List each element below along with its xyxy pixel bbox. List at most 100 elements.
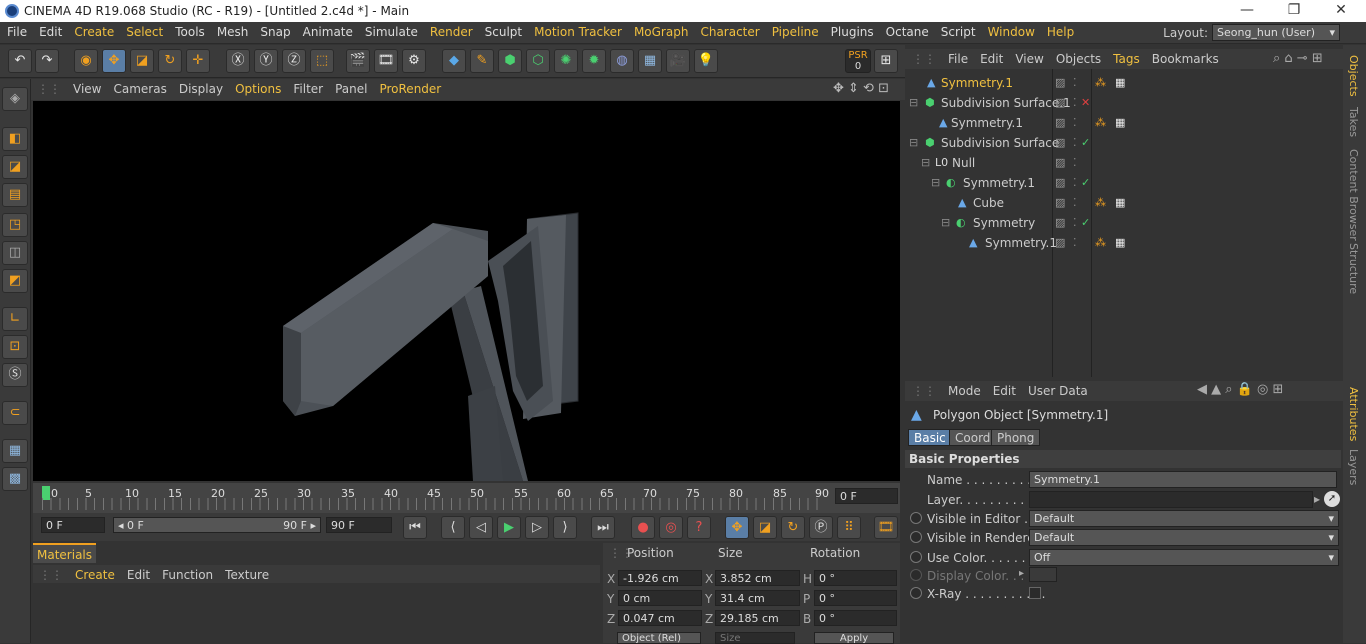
light-icon[interactable]: 💡	[694, 49, 718, 73]
phong-tag-icon[interactable]: ⁂	[1095, 196, 1106, 209]
viewport-menu-panel[interactable]: Panel	[329, 79, 373, 96]
texture-mode-icon[interactable]: ◪	[2, 155, 28, 179]
texture-tag-icon[interactable]: ▦	[1115, 76, 1125, 89]
objects-menu-tags[interactable]: Tags	[1106, 49, 1145, 66]
position-y-field[interactable]: 0 cm	[618, 590, 702, 606]
object-row[interactable]: ▲ Symmetry.1 ▨ ⁚ ⁂ ▦	[905, 73, 1343, 93]
record-scale-icon[interactable]: ◪	[753, 516, 777, 539]
visibility-dots-icon[interactable]: ⁚	[1073, 76, 1077, 89]
materials-tab[interactable]: Materials	[33, 543, 97, 563]
max-frame-field[interactable]: 90 F	[326, 517, 392, 533]
visibility-dots-icon[interactable]: ⁚	[1073, 116, 1077, 129]
current-frame-field[interactable]: 0 F	[835, 488, 898, 504]
psr-options-icon[interactable]: ⊞	[874, 49, 898, 73]
edges-mode-icon[interactable]: ◫	[2, 241, 28, 265]
record-keys-icon[interactable]: ●	[631, 516, 655, 539]
visible-in-editor-dropdown[interactable]: Default ▾	[1029, 510, 1339, 527]
objects-menu-file[interactable]: File	[941, 49, 973, 66]
menu-window[interactable]: Window	[981, 22, 1040, 44]
y-axis-lock-icon[interactable]: Ⓨ	[254, 49, 278, 73]
use-color-dropdown[interactable]: Off ▾	[1029, 549, 1339, 566]
enabled-check-icon[interactable]: ✓	[1081, 136, 1090, 149]
animation-radio[interactable]	[910, 587, 922, 599]
objects-menu-bookmarks[interactable]: Bookmarks	[1145, 49, 1224, 66]
viewport-menu-prorender[interactable]: ProRender	[373, 79, 447, 96]
object-row[interactable]: ▲ Cube ▨ ⁚ ⁂ ▦	[905, 193, 1343, 213]
menu-animate[interactable]: Animate	[296, 22, 358, 44]
frame-range-slider[interactable]: ◂ 0 F 90 F ▸	[113, 517, 321, 533]
object-row[interactable]: ⊟ ◐ Symmetry ▨ ⁚ ✓	[905, 213, 1343, 233]
phong-tag-icon[interactable]: ⁂	[1095, 76, 1106, 89]
xray-checkbox[interactable]	[1029, 587, 1041, 599]
visibility-dots-icon[interactable]: ⁚	[1073, 96, 1077, 109]
render-settings-icon[interactable]: ⚙	[402, 49, 426, 73]
size-z-field[interactable]: 29.185 cm	[715, 610, 800, 626]
visibility-dots-icon[interactable]: ⁚	[1073, 136, 1077, 149]
next-frame-icon[interactable]: ▷	[525, 516, 549, 539]
menu-snap[interactable]: Snap	[253, 22, 295, 44]
side-tab-structure[interactable]: Structure	[1347, 243, 1360, 294]
menu-plugins[interactable]: Plugins	[824, 22, 879, 44]
menu-pipeline[interactable]: Pipeline	[765, 22, 824, 44]
previous-frame-icon[interactable]: ◁	[469, 516, 493, 539]
menu-script[interactable]: Script	[934, 22, 981, 44]
texture-tag-icon[interactable]: ▦	[1115, 196, 1125, 209]
menu-simulate[interactable]: Simulate	[358, 22, 423, 44]
menu-sculpt[interactable]: Sculpt	[478, 22, 527, 44]
points-mode-icon[interactable]: ◳	[2, 213, 28, 237]
next-key-icon[interactable]: ⟩	[553, 516, 577, 539]
materials-menu-function[interactable]: Function	[156, 565, 219, 582]
z-axis-lock-icon[interactable]: Ⓩ	[282, 49, 306, 73]
enabled-check-icon[interactable]: ✓	[1081, 216, 1090, 229]
navigation-icons[interactable]: ◀ ▲ ⌕ 🔒 ◎ ⊞	[1197, 382, 1283, 397]
objects-menu-edit[interactable]: Edit	[973, 49, 1008, 66]
animation-radio[interactable]	[910, 512, 922, 524]
pick-cursor-icon[interactable]: ➚	[1324, 491, 1340, 507]
go-to-start-icon[interactable]: ⏮	[403, 516, 427, 539]
viewport-menu-cameras[interactable]: Cameras	[107, 79, 172, 96]
coordinate-system-icon[interactable]: ⬚	[310, 49, 334, 73]
recent-tools-icon[interactable]: ✛	[186, 49, 210, 73]
scale-tool-icon[interactable]: ◪	[130, 49, 154, 73]
start-frame-field[interactable]: 0 F	[41, 517, 105, 533]
solo-mode-icon[interactable]: Ⓢ	[2, 363, 28, 387]
viewport-menu-view[interactable]: View	[67, 79, 107, 96]
viewport-navigation-icons[interactable]: ✥ ⇕ ⟲ ⊡	[833, 81, 889, 96]
phong-tag-icon[interactable]: ⁂	[1095, 116, 1106, 129]
grid-lock-icon[interactable]: ▩	[2, 467, 28, 491]
object-row[interactable]: ▲ Symmetry.1 ▨ ⁚ ⁂ ▦	[905, 233, 1343, 253]
tweak-mode-icon[interactable]: ⊡	[2, 335, 28, 359]
apply-button[interactable]: Apply	[814, 632, 894, 644]
record-parameter-icon[interactable]: Ⓟ	[809, 516, 833, 539]
visible-in-renderer-dropdown[interactable]: Default ▾	[1029, 529, 1339, 546]
menu-render[interactable]: Render	[423, 22, 478, 44]
model-mode-icon[interactable]: ◧	[2, 127, 28, 151]
rotation-p-field[interactable]: 0 °	[814, 590, 897, 606]
name-field[interactable]: Symmetry.1	[1029, 471, 1337, 488]
object-row[interactable]: ▲ Symmetry.1 ▨ ⁚ ⁂ ▦	[905, 113, 1343, 133]
side-tab-content-browser[interactable]: Content Browser	[1347, 149, 1360, 241]
animation-radio[interactable]	[910, 531, 922, 543]
autokeying-icon[interactable]: ◎	[659, 516, 683, 539]
attributes-menu-mode[interactable]: Mode	[941, 381, 986, 398]
size-mode-dropdown[interactable]: Size	[715, 632, 795, 644]
timeline-window-icon[interactable]: 🎞	[874, 516, 898, 539]
live-selection-icon[interactable]: ◉	[74, 49, 98, 73]
maximize-button[interactable]: ❐	[1271, 2, 1317, 18]
render-view-icon[interactable]: 🎬	[346, 49, 370, 73]
menu-mograph[interactable]: MoGraph	[627, 22, 694, 44]
cloner-icon[interactable]: ✹	[582, 49, 606, 73]
viewport-menu-options[interactable]: Options	[229, 79, 287, 96]
record-rotation-icon[interactable]: ↻	[781, 516, 805, 539]
visibility-dots-icon[interactable]: ⁚	[1073, 196, 1077, 209]
minimize-button[interactable]: —	[1224, 2, 1270, 18]
tab-basic[interactable]: Basic	[908, 429, 952, 446]
rotate-tool-icon[interactable]: ↻	[158, 49, 182, 73]
texture-tag-icon[interactable]: ▦	[1115, 236, 1125, 249]
workplane-mode-icon[interactable]: ▤	[2, 183, 28, 207]
position-x-field[interactable]: -1.926 cm	[618, 570, 702, 586]
rotation-h-field[interactable]: 0 °	[814, 570, 897, 586]
menu-character[interactable]: Character	[693, 22, 764, 44]
menu-motion-tracker[interactable]: Motion Tracker	[527, 22, 627, 44]
menu-octane[interactable]: Octane	[879, 22, 934, 44]
